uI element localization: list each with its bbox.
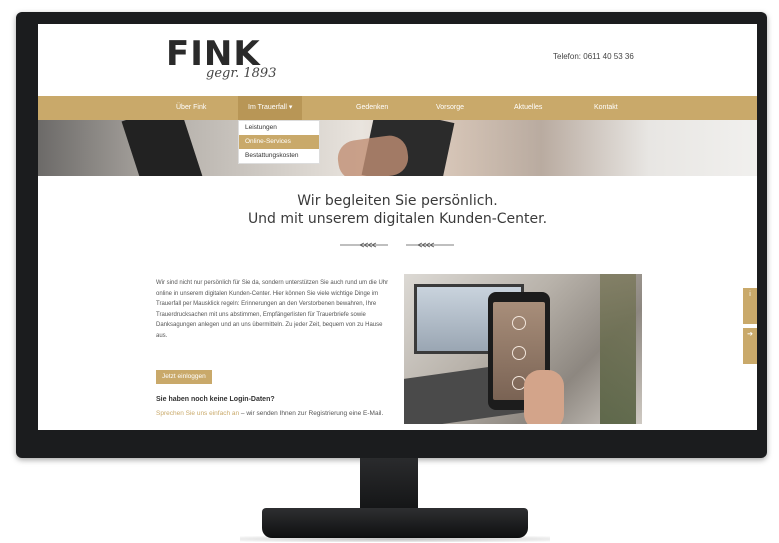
no-login-rest: – wir senden Ihnen zur Registrierung ein… [239, 410, 384, 417]
photo-hand-shape [524, 370, 564, 424]
website-screen: FINK gegr. 1893 Telefon: 0611 40 53 36 Ü… [38, 24, 757, 430]
side-tab-top[interactable]: i [743, 288, 757, 324]
no-login-text: Sprechen Sie uns einfach an – wir senden… [156, 408, 406, 419]
monitor-base [262, 508, 528, 538]
nav-dropdown: Leistungen Online-Services Bestattungsko… [238, 120, 320, 164]
phone-number[interactable]: Telefon: 0611 40 53 36 [553, 52, 634, 61]
login-button[interactable]: Jetzt einloggen [156, 370, 212, 384]
headline-line-1: Wir begleiten Sie persönlich. [297, 193, 498, 209]
monitor-shadow [240, 536, 550, 542]
ornament-divider-icon [340, 242, 454, 248]
logo[interactable]: FINK gegr. 1893 [166, 34, 276, 92]
nav-item-vorsorge[interactable]: Vorsorge [436, 96, 464, 120]
smartphone-photo [404, 274, 642, 424]
no-login-title: Sie haben noch keine Login-Daten? [156, 396, 275, 403]
main-nav: Über Fink Im Trauerfall ▾ Gedenken Vorso… [38, 96, 757, 120]
dropdown-item-bestattungskosten[interactable]: Bestattungskosten [239, 149, 319, 163]
dropdown-item-leistungen[interactable]: Leistungen [239, 121, 319, 135]
page-headline: Wir begleiten Sie persönlich. Und mit un… [38, 192, 757, 228]
info-icon: i [749, 291, 751, 298]
nav-item-kontakt[interactable]: Kontakt [594, 96, 618, 120]
photo-plant-shape [600, 274, 636, 424]
site-header: FINK gegr. 1893 Telefon: 0611 40 53 36 [38, 24, 757, 96]
headline-line-2: Und mit unserem digitalen Kunden-Center. [247, 211, 548, 227]
hero-hand-shape [335, 133, 411, 176]
nav-item-im-trauerfall[interactable]: Im Trauerfall ▾ [238, 96, 303, 120]
side-tab-login[interactable]: ➔ [743, 328, 757, 364]
dropdown-item-online-services[interactable]: Online-Services [239, 135, 319, 149]
monitor-neck [360, 458, 418, 510]
login-arrow-icon: ➔ [747, 331, 753, 338]
nav-item-aktuelles[interactable]: Aktuelles [514, 96, 542, 120]
nav-item-ueber-fink[interactable]: Über Fink [176, 96, 206, 120]
hero-tablet-shape [121, 120, 207, 176]
contact-link[interactable]: Sprechen Sie uns einfach an [156, 410, 239, 417]
hero-image [38, 120, 757, 176]
intro-paragraph: Wir sind nicht nur persönlich für Sie da… [156, 280, 389, 339]
logo-tagline: gegr. 1893 [206, 66, 277, 81]
phone-menu-circle-icon [512, 346, 526, 360]
monitor-mockup: FINK gegr. 1893 Telefon: 0611 40 53 36 Ü… [0, 0, 779, 543]
phone-menu-circle-icon [512, 316, 526, 330]
nav-item-gedenken[interactable]: Gedenken [356, 96, 388, 120]
